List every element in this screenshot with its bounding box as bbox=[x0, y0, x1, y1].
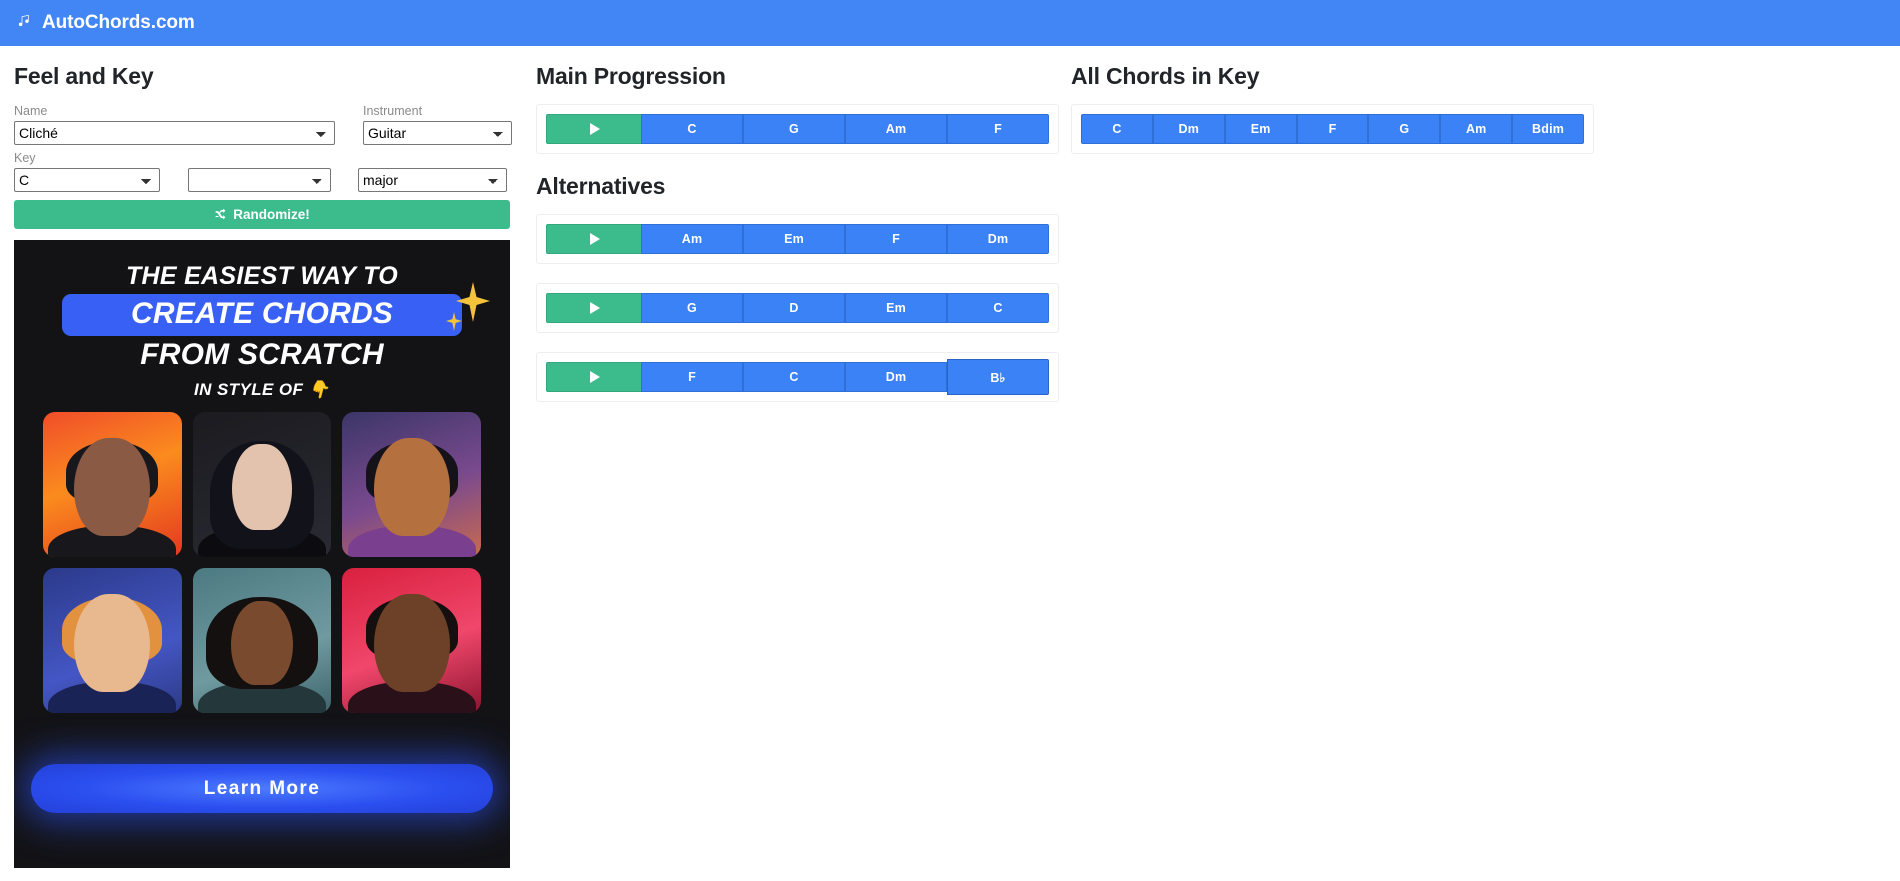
instrument-select[interactable]: Guitar bbox=[363, 121, 512, 145]
play-button[interactable] bbox=[546, 362, 641, 392]
chord-button[interactable]: Dm bbox=[1152, 114, 1225, 144]
alternative-card: G D Em C bbox=[536, 283, 1059, 333]
pointing-down-icon: 👇 bbox=[308, 380, 330, 399]
name-field-group: Name Cliché bbox=[14, 104, 335, 145]
ad-line-2-wrap: CREATE CHORDS bbox=[14, 282, 510, 336]
alternative-card: Am Em F Dm bbox=[536, 214, 1059, 264]
brand-text: AutoChords.com bbox=[42, 12, 195, 33]
play-icon bbox=[590, 123, 600, 135]
chord-button[interactable]: F bbox=[845, 224, 947, 254]
chord-button[interactable]: B♭ bbox=[947, 359, 1049, 395]
chord-button[interactable]: Em bbox=[743, 224, 845, 254]
artist-tile bbox=[192, 412, 332, 557]
play-icon bbox=[590, 371, 600, 383]
chord-button[interactable]: G bbox=[641, 293, 743, 323]
randomize-label: Randomize! bbox=[233, 207, 310, 222]
sparkle-small-icon bbox=[446, 312, 462, 331]
ad-artist-grid bbox=[43, 412, 481, 713]
progression-row: G D Em C bbox=[546, 293, 1049, 323]
brand-link[interactable]: AutoChords.com bbox=[16, 12, 195, 35]
ad-line-4: IN STYLE OF 👇 bbox=[14, 380, 510, 400]
ad-cta-wrap: Learn More bbox=[14, 764, 510, 813]
chord-button[interactable]: C bbox=[743, 362, 845, 392]
accidental-select[interactable] bbox=[188, 168, 331, 192]
progression-row: Am Em F Dm bbox=[546, 224, 1049, 254]
all-chords-card: C Dm Em F G Am Bdim bbox=[1071, 104, 1594, 154]
artist-tile bbox=[192, 568, 332, 713]
chord-button[interactable]: Dm bbox=[845, 362, 947, 392]
chord-button[interactable]: Bdim bbox=[1512, 114, 1585, 144]
name-instrument-row: Name Cliché Instrument Guitar bbox=[14, 104, 524, 151]
artist-tile bbox=[43, 412, 182, 557]
mode-field-group: major bbox=[358, 168, 507, 192]
randomize-button[interactable]: Randomize! bbox=[14, 200, 510, 229]
ad-headline: THE EASIEST WAY TO CREATE CHORDS FROM SC… bbox=[14, 240, 510, 400]
accidental-field-group bbox=[188, 168, 331, 192]
feel-and-key-title: Feel and Key bbox=[14, 63, 154, 89]
chord-button[interactable]: Em bbox=[1224, 114, 1297, 144]
progression-row: F C Dm B♭ bbox=[546, 359, 1049, 395]
alternatives-title: Alternatives bbox=[536, 173, 666, 199]
ad-line-3: FROM SCRATCH bbox=[140, 338, 384, 371]
left-column: Feel and Key Name Cliché Instrument Guit… bbox=[14, 46, 524, 868]
right-column: All Chords in Key C Dm Em F G Am Bdim bbox=[1071, 46, 1594, 868]
chord-button[interactable]: G bbox=[1368, 114, 1441, 144]
ad-line-4-text: IN STYLE OF bbox=[194, 380, 304, 399]
play-button[interactable] bbox=[546, 114, 641, 144]
chord-button[interactable]: Am bbox=[1440, 114, 1513, 144]
name-label: Name bbox=[14, 104, 48, 118]
name-select[interactable]: Cliché bbox=[14, 121, 335, 145]
chord-button[interactable]: F bbox=[641, 362, 743, 392]
key-label-group: Key C major bbox=[14, 151, 524, 192]
ad-line-2: CREATE CHORDS bbox=[62, 294, 462, 336]
instrument-field-group: Instrument Guitar bbox=[363, 104, 512, 145]
mode-select[interactable]: major bbox=[358, 168, 507, 192]
key-label: Key bbox=[14, 151, 36, 165]
main-progression-card: C G Am F bbox=[536, 104, 1059, 154]
play-icon bbox=[590, 302, 600, 314]
chord-button[interactable]: D bbox=[743, 293, 845, 323]
advertisement-banner[interactable]: THE EASIEST WAY TO CREATE CHORDS FROM SC… bbox=[14, 240, 510, 868]
key-select[interactable]: C bbox=[14, 168, 160, 192]
artist-tile bbox=[43, 568, 182, 713]
artist-tile bbox=[342, 412, 481, 557]
play-button[interactable] bbox=[546, 293, 641, 323]
key-row: C major bbox=[14, 168, 524, 192]
chord-button[interactable]: Em bbox=[845, 293, 947, 323]
top-navbar: AutoChords.com bbox=[0, 0, 1900, 46]
chord-button[interactable]: C bbox=[641, 114, 743, 144]
chord-button[interactable]: C bbox=[1081, 114, 1153, 144]
middle-column: Main Progression C G Am F Alternatives A… bbox=[536, 46, 1059, 868]
artist-tile bbox=[342, 568, 481, 713]
alternative-card: F C Dm B♭ bbox=[536, 352, 1059, 402]
chord-button[interactable]: G bbox=[743, 114, 845, 144]
chord-button[interactable]: Am bbox=[641, 224, 743, 254]
instrument-label: Instrument bbox=[363, 104, 423, 118]
key-field-group: C bbox=[14, 168, 160, 192]
music-note-icon bbox=[16, 12, 33, 35]
main-progression-title: Main Progression bbox=[536, 63, 726, 89]
chord-button[interactable]: Am bbox=[845, 114, 947, 144]
progression-row: C G Am F bbox=[546, 114, 1049, 144]
chord-button[interactable]: F bbox=[947, 114, 1049, 144]
chord-button[interactable]: Dm bbox=[947, 224, 1049, 254]
chord-button[interactable]: C bbox=[947, 293, 1049, 323]
learn-more-button[interactable]: Learn More bbox=[31, 764, 493, 813]
ad-line-1: THE EASIEST WAY TO bbox=[125, 262, 399, 290]
chord-button[interactable]: F bbox=[1296, 114, 1369, 144]
shuffle-icon bbox=[214, 207, 227, 223]
all-chords-row: C Dm Em F G Am Bdim bbox=[1081, 114, 1585, 144]
page-body: Feel and Key Name Cliché Instrument Guit… bbox=[0, 46, 1900, 868]
play-button[interactable] bbox=[546, 224, 641, 254]
all-chords-title: All Chords in Key bbox=[1071, 63, 1260, 89]
play-icon bbox=[590, 233, 600, 245]
